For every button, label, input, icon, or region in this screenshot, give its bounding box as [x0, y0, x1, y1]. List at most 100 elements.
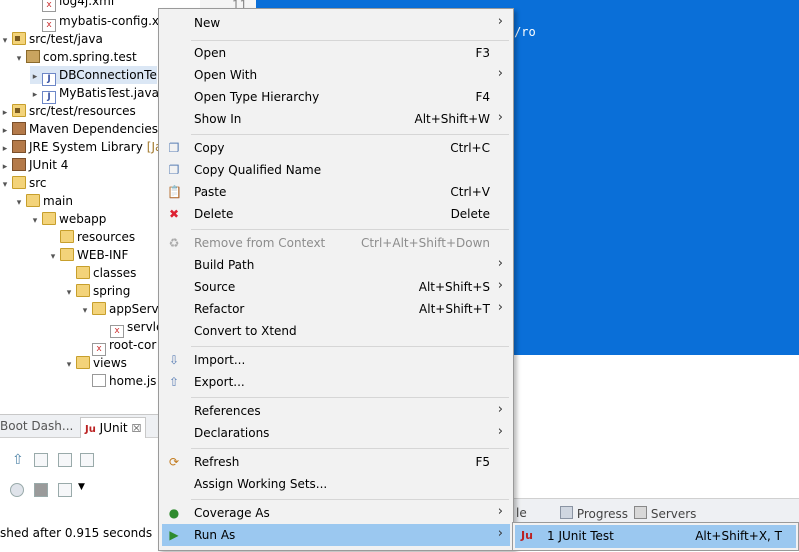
expanded-chevron-icon[interactable]: ▾: [0, 32, 10, 50]
expanded-chevron-icon[interactable]: ▾: [0, 176, 10, 194]
tree-item[interactable]: ▾ src: [0, 174, 47, 192]
menu-item-new[interactable]: New ›: [162, 12, 510, 34]
menu-item-label: Open: [194, 46, 227, 60]
menu-item-source[interactable]: Source Alt+Shift+S ›: [162, 276, 510, 298]
tab-progress[interactable]: Progress: [560, 506, 628, 521]
menu-item-coverage-as[interactable]: ● Coverage As ›: [162, 502, 510, 524]
menu-item-label: Build Path: [194, 258, 255, 272]
menu-item-copy-qualified-name[interactable]: ❐ Copy Qualified Name: [162, 159, 510, 181]
tree-item[interactable]: x servle: [98, 318, 163, 338]
tree-item[interactable]: ▾ spring: [64, 282, 130, 300]
menu-item-label: Delete: [194, 207, 234, 221]
submenu-arrow-icon: ›: [497, 300, 503, 315]
expanded-chevron-icon[interactable]: ▾: [64, 284, 74, 302]
expanded-chevron-icon[interactable]: ▾: [80, 302, 90, 320]
tab-servers-label: Servers: [650, 507, 697, 521]
menu-separator: [191, 134, 509, 135]
tree-item[interactable]: x log4j.xml: [30, 0, 114, 12]
menu-item-label: Assign Working Sets...: [194, 477, 328, 491]
tab-servers[interactable]: Servers: [634, 506, 696, 521]
menu-item-open[interactable]: Open F3: [162, 42, 510, 64]
tree-item[interactable]: classes: [64, 264, 136, 282]
menu-item-label: Copy Qualified Name: [194, 163, 322, 177]
tree-item[interactable]: ▸ J MyBatisTest.java: [30, 84, 159, 104]
menu-item-build-path[interactable]: Build Path ›: [162, 254, 510, 276]
tree-item[interactable]: ▾ appServ: [80, 300, 159, 318]
tree-item[interactable]: resources: [48, 228, 135, 246]
tab-boot-dashboard[interactable]: Boot Dash...: [0, 419, 73, 433]
menu-item-label: Source: [194, 280, 236, 294]
stop-icon[interactable]: [34, 483, 48, 497]
tree-item[interactable]: ▸ J DBConnectionTe: [30, 66, 157, 86]
expanded-chevron-icon[interactable]: ▾: [64, 356, 74, 374]
tree-item[interactable]: ▾ com.spring.test: [14, 48, 137, 66]
bottom-view-tabs: le Progress Servers: [512, 498, 799, 525]
expanded-chevron-icon[interactable]: ▾: [14, 50, 24, 68]
expanded-chevron-icon[interactable]: ▾: [48, 248, 58, 266]
menu-item-assign-working-sets[interactable]: Assign Working Sets...: [162, 473, 510, 495]
menu-item-convert-to-xtend[interactable]: Convert to Xtend: [162, 320, 510, 342]
tree-item[interactable]: x mybatis-config.xml: [30, 12, 174, 32]
failures-only-icon[interactable]: [34, 453, 48, 467]
tab-junit[interactable]: Ju JUnit ☒: [80, 417, 147, 438]
menu-item-paste[interactable]: 📋 Paste Ctrl+V: [162, 181, 510, 203]
menu-item-run-as[interactable]: ▶ Run As ›: [162, 524, 510, 546]
menu-item-label: Import...: [194, 353, 246, 367]
tree-item[interactable]: ▾ main: [14, 192, 73, 210]
menu-item-declarations[interactable]: Declarations ›: [162, 422, 510, 444]
tree-item[interactable]: ▸JRE System Library[Jav: [0, 138, 169, 156]
junit-tab-icon: Ju: [85, 424, 96, 435]
menu-item-show-in[interactable]: Show In Alt+Shift+W ›: [162, 108, 510, 130]
junit-view-tabs: Boot Dash... Ju JUnit ☒: [0, 415, 160, 438]
rerun-icon[interactable]: [10, 483, 24, 497]
tree-item[interactable]: ▾ views: [64, 354, 127, 372]
arrow-up-icon[interactable]: ⇧: [12, 453, 26, 467]
chevron-down-icon[interactable]: ▼: [78, 482, 85, 492]
history-icon[interactable]: [80, 453, 94, 467]
import-icon: ⇩: [168, 353, 180, 367]
folder-icon: [12, 176, 26, 189]
expanded-chevron-icon[interactable]: ▾: [30, 212, 40, 230]
menu-item-label: Show In: [194, 112, 242, 126]
copy-qualified-icon: ❐: [168, 163, 180, 177]
menu-item-label: Copy: [194, 141, 225, 155]
tab-console[interactable]: le: [516, 506, 527, 520]
folder-icon: [60, 230, 74, 243]
menu-item-remove-from-context: ♻ Remove from Context Ctrl+Alt+Shift+Down: [162, 232, 510, 254]
menu-item-junit-test-accelerator: Alt+Shift+X, T: [695, 529, 782, 543]
tree-item[interactable]: x root-cor: [80, 336, 156, 356]
tree-item[interactable]: ▾ WEB-INF: [48, 246, 128, 264]
tree-item-label: DBConnectionTe: [59, 68, 157, 82]
test-run-history-icon[interactable]: [58, 483, 72, 497]
tree-item[interactable]: ▸ src/test/resources: [0, 102, 136, 120]
menu-item-refresh[interactable]: ⟳ Refresh F5: [162, 451, 510, 473]
refresh-icon: ⟳: [168, 455, 180, 469]
menu-item-references[interactable]: References ›: [162, 400, 510, 422]
menu-item-import[interactable]: ⇩ Import...: [162, 349, 510, 371]
menu-item-copy[interactable]: ❐ Copy Ctrl+C: [162, 137, 510, 159]
tab-progress-label: Progress: [576, 507, 629, 521]
menu-item-label: Coverage As: [194, 506, 270, 520]
expanded-chevron-icon[interactable]: ▾: [14, 194, 24, 212]
menu-item-label: Open Type Hierarchy: [194, 90, 320, 104]
menu-item-open-type-hierarchy[interactable]: Open Type Hierarchy F4: [162, 86, 510, 108]
menu-item-refactor[interactable]: Refactor Alt+Shift+T ›: [162, 298, 510, 320]
junit-icon: Ju: [521, 529, 533, 542]
menu-item-label: New: [194, 16, 221, 30]
close-icon[interactable]: ☒: [131, 422, 141, 435]
tree-item[interactable]: ▾ src/test/java: [0, 30, 103, 48]
submenu-arrow-icon: ›: [497, 14, 503, 29]
run-as-submenu: Ju 1 JUnit Test Alt+Shift+X, T: [512, 522, 799, 551]
menu-item-accelerator: Ctrl+C: [450, 141, 490, 155]
tree-item[interactable]: ▸ JUnit 4: [0, 156, 68, 174]
junit-view: Boot Dash... Ju JUnit ☒ ⇧ ▼ shed after 0…: [0, 414, 160, 552]
scroll-lock-icon[interactable]: [58, 453, 72, 467]
menu-item-junit-test[interactable]: Ju 1 JUnit Test Alt+Shift+X, T: [515, 525, 796, 548]
menu-item-delete[interactable]: ✖ Delete Delete: [162, 203, 510, 225]
menu-item-export[interactable]: ⇧ Export...: [162, 371, 510, 393]
tree-item[interactable]: home.js: [80, 372, 156, 390]
menu-item-open-with[interactable]: Open With ›: [162, 64, 510, 86]
tree-item[interactable]: ▸ Maven Dependencies: [0, 120, 158, 138]
tree-item-label: appServ: [109, 302, 159, 316]
tree-item[interactable]: ▾ webapp: [30, 210, 106, 228]
